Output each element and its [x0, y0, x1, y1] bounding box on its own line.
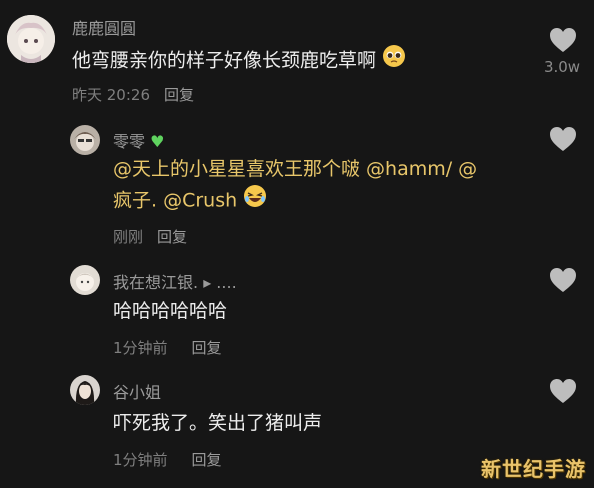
- comment-meta: 1分钟前 回复: [113, 449, 222, 470]
- comment-2: 零零 ♥ @天上的小星星喜欢王那个啵 @hamm/ @ 疯子. @Crush 刚…: [0, 120, 594, 260]
- comment-text-content: 哈哈哈哈哈哈: [113, 300, 228, 322]
- reply-button[interactable]: 回复: [192, 451, 222, 469]
- avatar[interactable]: [70, 125, 100, 155]
- heart-icon[interactable]: [548, 266, 578, 294]
- comment-text: 哈哈哈哈哈哈: [113, 295, 227, 327]
- avatar-image: [7, 15, 55, 63]
- avatar-image: [70, 265, 100, 295]
- mention-text[interactable]: 疯子. @Crush: [113, 190, 237, 212]
- comment-text: 吓死我了。笑出了猪叫声: [113, 407, 322, 439]
- username[interactable]: 零零 ♥: [113, 128, 164, 152]
- username-text: 零零: [113, 132, 146, 151]
- timestamp: 1分钟前: [113, 451, 168, 469]
- username-text: 我在想江银.: [113, 273, 199, 292]
- reply-button[interactable]: 回复: [164, 86, 194, 104]
- comment-text-content: 吓死我了。笑出了猪叫声: [113, 412, 323, 434]
- comment-meta: 刚刚 回复: [113, 226, 187, 247]
- comment-text-line-2: 疯子. @Crush: [113, 184, 267, 218]
- comment-text-line-1: @天上的小星星喜欢王那个啵 @hamm/ @: [113, 153, 477, 185]
- like-count: 3.0w: [543, 58, 581, 76]
- avatar[interactable]: [70, 375, 100, 405]
- username[interactable]: 鹿鹿圓圓: [72, 15, 136, 39]
- comment-meta: 1分钟前 回复: [113, 337, 222, 358]
- reply-button[interactable]: 回复: [192, 339, 222, 357]
- username[interactable]: 谷小姐: [113, 379, 161, 403]
- green-heart-icon: ♥: [150, 132, 165, 151]
- comment-text-content: 他弯腰亲你的样子好像长颈鹿吃草啊: [72, 49, 377, 72]
- timestamp: 刚刚: [113, 228, 144, 246]
- avatar-image: [70, 375, 100, 405]
- heart-icon[interactable]: [548, 26, 578, 54]
- heart-icon[interactable]: [548, 377, 578, 405]
- avatar[interactable]: [7, 15, 55, 63]
- comment-3: 我在想江银. ▸ .... 哈哈哈哈哈哈 1分钟前 回复: [0, 260, 594, 370]
- timestamp: 昨天 20:26: [72, 86, 150, 104]
- username[interactable]: 我在想江银. ▸ ....: [113, 269, 237, 293]
- laughing-face-icon: [243, 184, 267, 218]
- watermark-logo: 新世纪手游: [481, 457, 586, 481]
- mention-text[interactable]: @天上的小星星喜欢王那个啵 @hamm/ @: [113, 158, 477, 180]
- comment-1: 鹿鹿圓圓 他弯腰亲你的样子好像长颈鹿吃草啊 昨天 20:26 回复 3.0w: [0, 0, 594, 120]
- timestamp: 1分钟前: [113, 339, 168, 357]
- avatar[interactable]: [70, 265, 100, 295]
- username-suffix: ▸ ....: [203, 273, 237, 292]
- comment-meta: 昨天 20:26 回复: [72, 84, 194, 105]
- heart-icon[interactable]: [548, 125, 578, 153]
- comment-text: 他弯腰亲你的样子好像长颈鹿吃草啊: [72, 44, 406, 78]
- reply-button[interactable]: 回复: [157, 228, 187, 246]
- pleading-face-icon: [382, 44, 406, 78]
- avatar-image: [70, 125, 100, 155]
